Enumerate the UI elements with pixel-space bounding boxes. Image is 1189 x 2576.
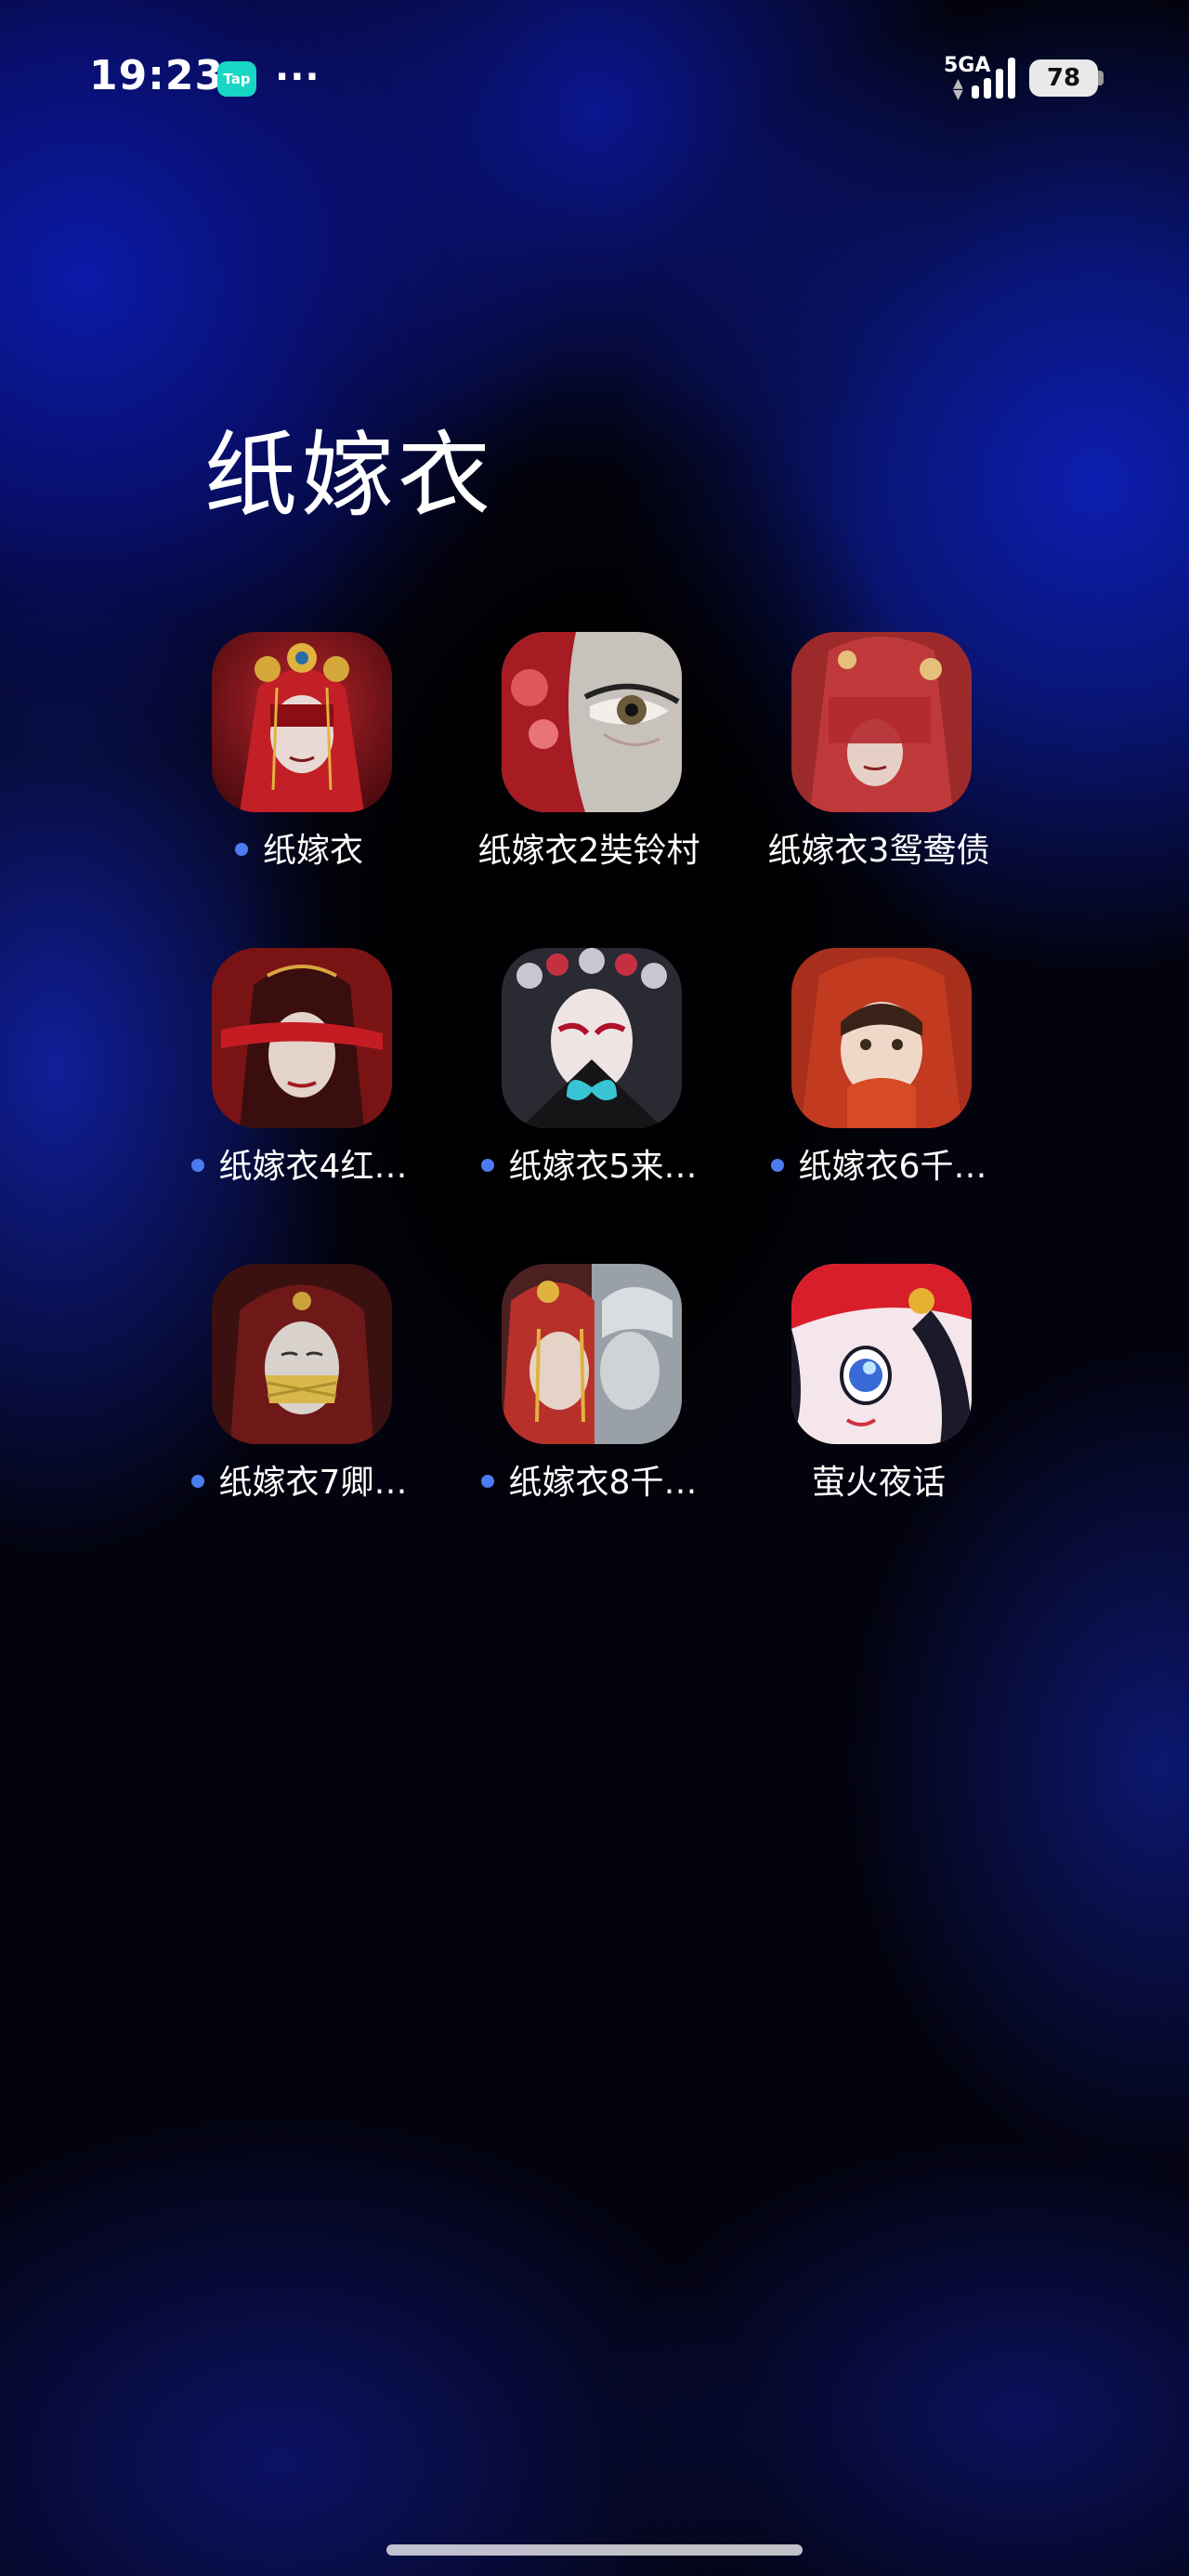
anime-girl-icon[interactable] [791, 1264, 972, 1444]
battery-level: 78 [1046, 64, 1081, 92]
app-label: 纸嫁衣6千… [734, 1139, 1024, 1188]
new-indicator-dot [234, 843, 248, 856]
more-icon: ··· [275, 56, 320, 99]
app-zhijiayi-3[interactable]: 纸嫁衣3鸳鸯债 [734, 632, 1024, 911]
app-label-text: 纸嫁衣 [262, 832, 363, 870]
app-zhijiayi-2[interactable]: 纸嫁衣2奘铃村 [444, 632, 734, 911]
app-zhijiayi-7[interactable]: 纸嫁衣7卿… [154, 1264, 444, 1543]
app-label: 纸嫁衣8千… [444, 1455, 734, 1504]
network-arrows-icon: ▲ ▼ [953, 76, 963, 102]
app-label: 纸嫁衣5来… [444, 1139, 734, 1188]
new-indicator-dot [190, 1159, 204, 1172]
twin-brides-icon[interactable] [502, 1264, 682, 1444]
app-zhijiayi-8[interactable]: 纸嫁衣8千… [444, 1264, 734, 1543]
app-label-text: 纸嫁衣8千… [508, 1464, 698, 1502]
app-label: 纸嫁衣2奘铃村 [444, 823, 734, 872]
folder-title[interactable]: 纸嫁衣 [204, 400, 494, 534]
app-label: 纸嫁衣4红… [154, 1139, 444, 1188]
new-indicator-dot [480, 1475, 494, 1488]
app-label-text: 纸嫁衣5来… [508, 1148, 698, 1186]
app-label-text: 萤火夜话 [811, 1464, 946, 1502]
red-hood-girl-icon[interactable] [791, 948, 972, 1128]
opera-mask-eye-icon[interactable] [502, 632, 682, 812]
app-zhijiayi-5[interactable]: 纸嫁衣5来… [444, 948, 734, 1227]
app-label-text: 纸嫁衣6千… [798, 1148, 987, 1186]
app-label-text: 纸嫁衣4红… [218, 1148, 408, 1186]
app-label-text: 纸嫁衣3鸳鸯债 [767, 832, 990, 870]
red-blindfold-icon[interactable] [212, 948, 392, 1128]
new-indicator-dot [190, 1475, 204, 1488]
veiled-bride-icon[interactable] [791, 632, 972, 812]
battery-tip [1098, 71, 1104, 85]
opera-fan-butterfly-icon[interactable] [502, 948, 682, 1128]
new-indicator-dot [770, 1159, 784, 1172]
status-time: 19:23 [89, 52, 225, 99]
app-zhijiayi-6[interactable]: 纸嫁衣6千… [734, 948, 1024, 1227]
hooded-gagged-icon[interactable] [212, 1264, 392, 1444]
status-bar: 19:23 Tap ··· 5GA ▲ ▼ 78 [0, 0, 1189, 158]
signal-icon [972, 58, 1015, 99]
app-label: 萤火夜话 [734, 1455, 1024, 1504]
home-indicator[interactable] [386, 2544, 803, 2556]
tap-app-icon: Tap [217, 61, 256, 97]
new-indicator-dot [480, 1159, 494, 1172]
app-label-text: 纸嫁衣2奘铃村 [477, 832, 700, 870]
app-zhijiayi-4[interactable]: 纸嫁衣4红… [154, 948, 444, 1227]
app-label-text: 纸嫁衣7卿… [218, 1464, 408, 1502]
app-label: 纸嫁衣7卿… [154, 1455, 444, 1504]
bride-red-veil-crown-icon[interactable] [212, 632, 392, 812]
app-label: 纸嫁衣 [154, 823, 444, 872]
app-yinghuo-yehua[interactable]: 萤火夜话 [734, 1264, 1024, 1543]
battery-icon: 78 [1029, 59, 1098, 97]
app-zhijiayi[interactable]: 纸嫁衣 [154, 632, 444, 911]
app-label: 纸嫁衣3鸳鸯债 [734, 823, 1024, 872]
